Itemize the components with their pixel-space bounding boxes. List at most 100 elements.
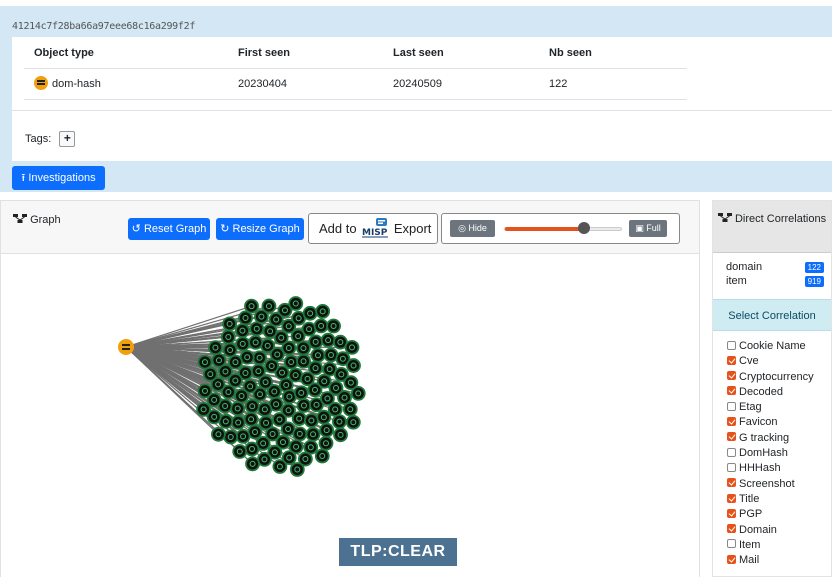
correlation-option-screenshot[interactable]: Screenshot (727, 478, 814, 493)
graph-node-domain (313, 318, 329, 334)
checkbox[interactable] (727, 493, 736, 503)
checkbox[interactable] (727, 386, 736, 396)
investigations-button[interactable]: ⭱ Investigations (12, 166, 105, 190)
tags-row: Tags: + (25, 131, 76, 147)
graph-title: Graph (13, 214, 61, 226)
graph-node-domain (248, 334, 264, 350)
resize-graph-button[interactable]: ↻ Resize Graph (216, 218, 304, 240)
graph-node-domain (293, 385, 309, 401)
correlation-filter-list: Cookie Name Cve Cryptocurrency Decoded Etag F… (727, 340, 814, 569)
correlation-option-etag[interactable]: Etag (727, 401, 814, 416)
resize-graph-label: Resize Graph (232, 223, 300, 235)
object-hash: 41214c7f28ba66a97eee68c16a299f2f (12, 21, 196, 32)
graph-node-domain (222, 342, 238, 358)
checkbox[interactable] (727, 432, 736, 442)
eye-slash-icon: ◎ (458, 223, 469, 233)
correlation-option-favicon[interactable]: Favicon (727, 416, 814, 431)
graph-node-domain (222, 316, 238, 332)
graph-node-domain (288, 296, 304, 311)
checkbox[interactable] (727, 524, 736, 534)
graph-node-domain (220, 329, 236, 345)
export-label: Export (393, 221, 432, 236)
graph-node-domain (301, 321, 317, 337)
list-item: domain 122 (726, 261, 824, 275)
checkbox-label: G tracking (739, 431, 790, 444)
checkbox[interactable] (727, 371, 736, 381)
correlation-option-cookie-name[interactable]: Cookie Name (727, 340, 814, 355)
checkbox[interactable] (727, 417, 736, 427)
graph-node-domain (261, 298, 277, 314)
correlation-option-g-tracking[interactable]: G tracking (727, 432, 814, 447)
col-object-type: Object type (34, 47, 94, 59)
graph-node-domain (252, 350, 267, 366)
graph-node-domain (223, 429, 239, 445)
checkbox[interactable] (727, 539, 736, 549)
correlation-option-mail[interactable]: Mail (727, 554, 814, 569)
checkbox[interactable] (727, 554, 736, 564)
graph-node-domain (235, 323, 250, 339)
graph-node-domain (345, 414, 361, 430)
dom-hash-icon (34, 76, 48, 91)
correlation-option-domhash[interactable]: DomHash (727, 447, 814, 462)
correlation-option-item[interactable]: Item (727, 539, 814, 554)
graph-node-domain (316, 409, 332, 425)
tlp-badge: TLP:CLEAR (339, 538, 457, 566)
correlation-option-title[interactable]: Title (727, 493, 814, 508)
checkbox-label: Title (739, 492, 760, 505)
correlation-option-cryptocurrency[interactable]: Cryptocurrency (727, 371, 814, 386)
first-seen-value: 20230404 (238, 78, 287, 90)
graph-node-domain (272, 459, 288, 474)
slider-thumb[interactable] (578, 222, 591, 234)
graph-node-domain (244, 441, 260, 457)
full-button[interactable]: ▣ Full (629, 220, 667, 237)
checkbox[interactable] (727, 355, 736, 365)
checkbox[interactable] (727, 447, 736, 457)
correlation-option-cve[interactable]: Cve (727, 355, 814, 370)
nb-seen-value: 122 (549, 78, 568, 90)
checkbox[interactable] (727, 401, 736, 411)
checkbox[interactable] (727, 508, 736, 518)
add-tag-button[interactable]: + (59, 131, 76, 147)
correlation-option-decoded[interactable]: Decoded (727, 386, 814, 401)
hide-button[interactable]: ◎ Hide (450, 220, 495, 237)
graph-node-domain (305, 426, 321, 442)
graph-canvas[interactable] (1, 255, 699, 577)
checkbox-label: Favicon (739, 416, 778, 429)
checkbox-label: PGP (739, 508, 763, 521)
graph-node-domain (230, 415, 246, 430)
correlation-name: item (726, 275, 747, 287)
graph-node-dom-hash (118, 339, 134, 355)
correlation-option-hhhash[interactable]: HHHash (727, 462, 814, 477)
correlation-option-domain[interactable]: Domain (727, 524, 814, 539)
checkbox[interactable] (727, 340, 736, 350)
graph-node-domain (344, 339, 360, 355)
graph-node-domain (208, 340, 223, 356)
correlation-name: domain (726, 261, 763, 273)
reset-graph-button[interactable]: ↺ Reset Graph (128, 218, 210, 240)
checkbox[interactable] (727, 478, 736, 488)
hide-label: Hide (468, 223, 487, 233)
graph-node-domain (291, 411, 307, 426)
graph-node-domain (197, 354, 213, 370)
object-table: Object type First seen Last seen Nb seen… (24, 37, 687, 100)
checkbox[interactable] (727, 462, 736, 472)
direct-correlations-title: Direct Correlations (734, 213, 827, 225)
checkbox-label: Screenshot (739, 477, 795, 490)
graph-node-domain (202, 366, 218, 382)
select-correlation-header: Select Correlation (713, 299, 831, 331)
graph-node-domain (332, 414, 347, 430)
add-to-misp-export-button[interactable]: Add to MISP Export (308, 213, 438, 244)
graph-icon (717, 213, 735, 225)
graph-node-domain (327, 401, 343, 417)
graph-node-domain (302, 305, 318, 321)
correlation-graph[interactable] (1, 255, 699, 577)
full-label: Full (646, 223, 661, 233)
correlation-option-pgp[interactable]: PGP (727, 508, 814, 523)
graph-slider[interactable] (504, 227, 622, 231)
checkbox-label: Item (739, 538, 761, 551)
graph-node-domain (289, 462, 305, 477)
graph-node-domain (260, 338, 276, 354)
graph-node-domain (283, 354, 299, 370)
last-seen-value: 20240509 (393, 78, 442, 90)
graph-node-domain (316, 373, 332, 389)
